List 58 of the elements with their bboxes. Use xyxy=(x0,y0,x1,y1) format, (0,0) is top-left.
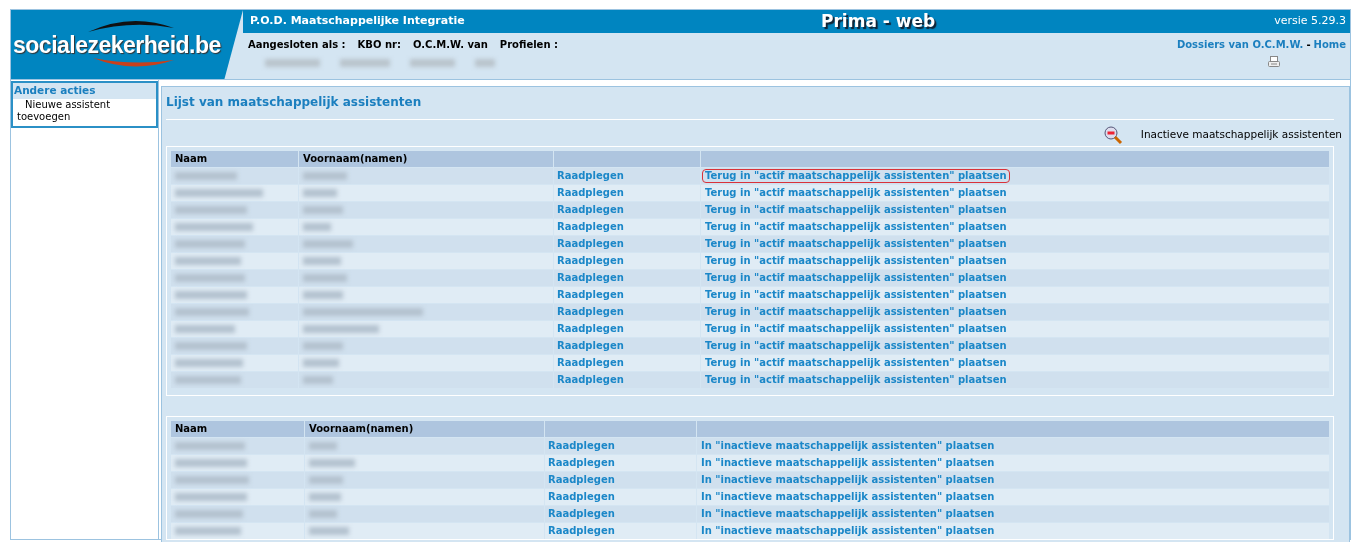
blurred-text xyxy=(265,59,320,67)
info-label: O.C.M.W. van xyxy=(413,38,488,52)
blurred-text xyxy=(175,257,241,265)
blurred-text xyxy=(303,206,343,214)
blurred-text xyxy=(309,527,349,535)
blurred-text xyxy=(340,59,390,67)
logo-text: socialezekerheid.be xyxy=(13,32,221,57)
info-label: Profielen : xyxy=(499,38,558,52)
blurred-text xyxy=(309,510,337,518)
blurred-text xyxy=(303,189,337,197)
blurred-text xyxy=(309,476,343,484)
blurred-text xyxy=(175,493,247,501)
blurred-text xyxy=(303,223,331,231)
blurred-text xyxy=(175,359,243,367)
column-header: Naam xyxy=(171,151,298,167)
blurred-text xyxy=(175,459,247,467)
column-header: Voornaam(namen) xyxy=(305,421,544,437)
column-header: Voornaam(namen) xyxy=(299,151,553,167)
blurred-text xyxy=(309,493,341,501)
toolbar-link[interactable]: Inactieve maatschappelijk assistenten xyxy=(1140,126,1342,143)
blurred-text xyxy=(303,291,343,299)
blurred-text xyxy=(175,510,243,518)
blurred-text xyxy=(175,527,241,535)
version-text: versie 5.29.3 xyxy=(1274,13,1346,30)
blurred-text xyxy=(475,59,495,67)
blurred-text xyxy=(309,459,355,467)
ministry-title: P.O.D. Maatschappelijke Integratie xyxy=(250,13,465,30)
blurred-text xyxy=(175,240,245,248)
app-title: Prima - web xyxy=(821,9,936,33)
blurred-text xyxy=(175,206,247,214)
blurred-text xyxy=(175,325,235,333)
blurred-text xyxy=(175,442,245,450)
blurred-text xyxy=(303,274,347,282)
header-link[interactable]: Home xyxy=(1313,37,1346,52)
magnifier-icon[interactable] xyxy=(1102,124,1123,145)
sidebar-link[interactable]: Nieuwe assistent toevoegen xyxy=(13,98,156,123)
blurred-text xyxy=(175,172,237,180)
status-link[interactable]: Terug in "actif maatschappelijk assistenten" plaatsen xyxy=(702,169,1010,183)
printer-icon[interactable] xyxy=(1267,55,1281,69)
blurred-text xyxy=(175,274,245,282)
blurred-text xyxy=(410,59,455,67)
blurred-text xyxy=(303,257,341,265)
info-label: KBO nr: xyxy=(357,38,401,52)
blurred-text xyxy=(303,359,339,367)
blurred-text xyxy=(309,442,337,450)
blurred-text xyxy=(303,240,353,248)
column-header: Naam xyxy=(171,421,304,437)
blurred-text xyxy=(175,291,247,299)
page-title: Lijst van maatschappelijk assistenten xyxy=(166,94,423,111)
link-separator: - xyxy=(1306,38,1311,52)
header-link[interactable]: Dossiers van O.C.M.W. xyxy=(1176,37,1304,52)
blurred-text xyxy=(303,342,343,350)
blurred-text xyxy=(303,172,347,180)
info-label: Aangesloten als : xyxy=(248,38,346,52)
blurred-text xyxy=(175,342,247,350)
sidebar-title: Andere acties xyxy=(13,83,156,99)
blurred-text xyxy=(175,376,241,384)
blurred-text xyxy=(303,376,333,384)
